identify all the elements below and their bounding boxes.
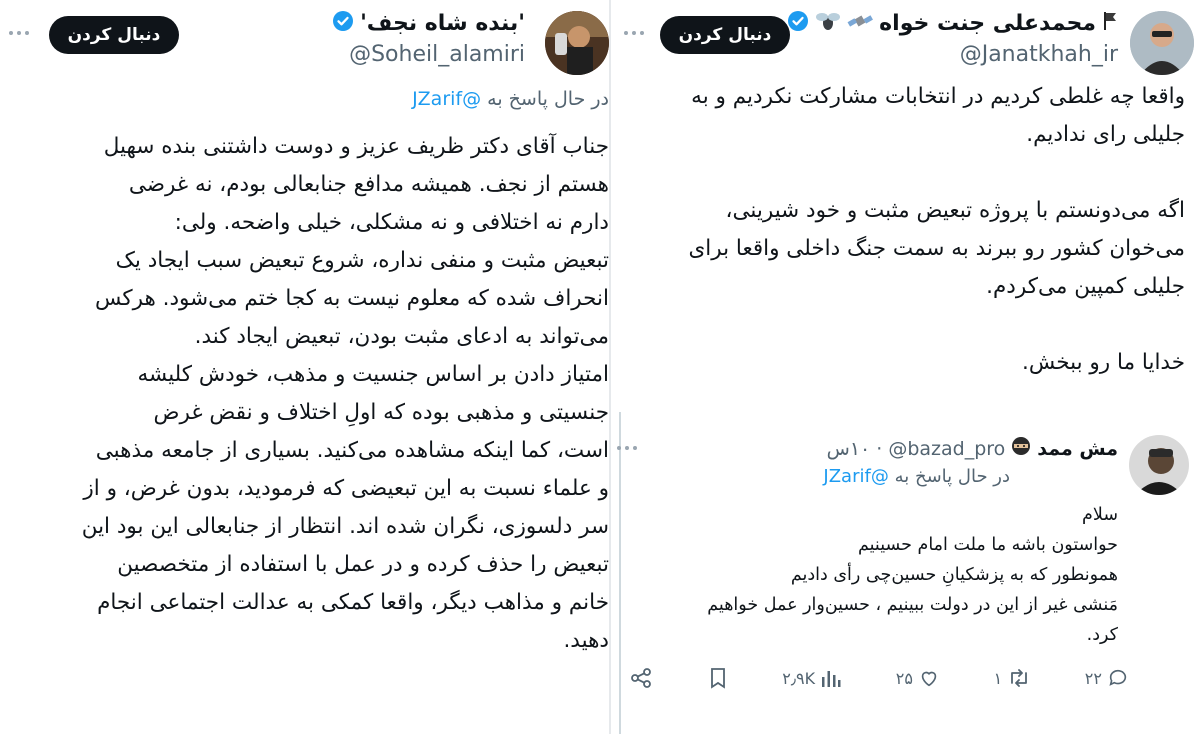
tweet-text: واقعا چه غلطی کردیم در انتخابات مشارکت ن… bbox=[640, 78, 1185, 382]
fly-icon bbox=[815, 10, 841, 36]
tweet-text: جناب آقای دکتر ظریف عزیز و دوست داشتنی ب… bbox=[34, 128, 609, 660]
replying-to: در حال پاسخ به @JZarif bbox=[412, 88, 609, 110]
reply-display-name[interactable]: مش ممد bbox=[1037, 438, 1118, 460]
text-line: است، کما اینکه مشاهده می‌کنید. بسیاری از… bbox=[95, 438, 609, 463]
verified-badge-icon bbox=[332, 10, 354, 36]
follow-button[interactable]: دنبال کردن bbox=[49, 16, 179, 54]
more-options-icon[interactable] bbox=[623, 26, 645, 40]
display-name[interactable]: 'بنده شاه نجف' bbox=[360, 11, 525, 36]
text-line: جناب آقای دکتر ظریف عزیز و دوست داشتنی ب… bbox=[103, 134, 609, 159]
left-tweet: 'بنده شاه نجف' @Soheil_alamiri دنبال کرد… bbox=[0, 0, 609, 734]
like-count: ۲۵ bbox=[895, 668, 913, 688]
text-line: اگه می‌دونستم با پروژه تبعیض مثبت و خود … bbox=[725, 198, 1186, 223]
text-line: تبعیض را حذف کرده و در عمل با استفاده از… bbox=[117, 552, 609, 577]
avatar[interactable] bbox=[1130, 11, 1194, 75]
views-count: ۲٫۹K bbox=[782, 668, 816, 688]
reply-count: ۲۲ bbox=[1084, 668, 1102, 688]
bookmark-icon bbox=[707, 666, 729, 690]
reply-text: سلام حواستون باشه ما ملت امام حسینیم همونط… bbox=[638, 500, 1118, 650]
ninja-icon bbox=[1011, 436, 1031, 461]
reply-handle[interactable]: @bazad_pro bbox=[888, 438, 1005, 460]
text-line: خدایا ما رو ببخش. bbox=[1021, 350, 1185, 375]
display-name[interactable]: محمدعلی جنت خواه bbox=[879, 11, 1096, 36]
comment-icon bbox=[1107, 667, 1129, 689]
like-button[interactable]: ۲۵ bbox=[896, 667, 940, 689]
text-line: جلیلی رای ندادیم. bbox=[1026, 122, 1185, 147]
more-options-icon[interactable] bbox=[8, 26, 30, 40]
reply-replying-to: در حال پاسخ به @JZarif bbox=[823, 466, 1010, 487]
right-tweet: محمدعلی جنت خواه @Janatkhah_ir دنبال کرد… bbox=[611, 0, 1200, 734]
text-line: می‌تواند به ادعای مثبت بودن، تبعیض ایجاد… bbox=[194, 324, 609, 349]
heart-icon bbox=[918, 667, 940, 689]
reply-more-options-icon[interactable] bbox=[616, 441, 638, 455]
text-line: دارم نه اختلافی و نه مشکلی، خیلی واضحه. … bbox=[174, 210, 609, 235]
reply-name-row: مش ممد @bazad_pro · ۱۰س bbox=[827, 436, 1118, 461]
share-button[interactable] bbox=[629, 666, 653, 690]
bar-chart-icon bbox=[820, 667, 842, 689]
text-line: هستم از نجف. همیشه مدافع جنابعالی بودم، … bbox=[128, 172, 609, 197]
repost-icon bbox=[1007, 667, 1031, 689]
replying-prefix: در حال پاسخ به bbox=[894, 466, 1010, 487]
reply-time[interactable]: ۱۰س bbox=[827, 438, 871, 460]
text-line: مَنشی غیر از این در دولت ببینیم ، حسین‌و… bbox=[707, 595, 1118, 615]
text-line: سر دلسوزی، نگران شده اند. انتظار از جناب… bbox=[81, 514, 609, 539]
reply-action-bar: ۲٫۹K ۲۵ ۱ ۲۲ bbox=[629, 666, 1129, 690]
text-line: همونطور که به پزشکیانِ حسین‌چی رأی دادیم bbox=[790, 565, 1118, 585]
display-name-row: محمدعلی جنت خواه bbox=[787, 10, 1118, 36]
text-line: واقعا چه غلطی کردیم در انتخابات مشارکت ن… bbox=[691, 84, 1185, 109]
verified-badge-icon bbox=[787, 10, 809, 36]
views-button[interactable]: ۲٫۹K bbox=[782, 667, 842, 689]
user-handle[interactable]: @Janatkhah_ir bbox=[960, 42, 1118, 67]
user-handle[interactable]: @Soheil_alamiri bbox=[349, 42, 525, 67]
replying-prefix: در حال پاسخ به bbox=[487, 88, 609, 110]
text-line: تبعیض مثبت و منفی نداره، شروع تبعیض سبب … bbox=[115, 248, 609, 273]
replying-mention[interactable]: @JZarif bbox=[412, 88, 481, 110]
text-line: انحراف شده که معلوم نیست به کجا ختم می‌ش… bbox=[94, 286, 609, 311]
flag-icon bbox=[1102, 11, 1118, 35]
text-line: جنسیتی و مذهبی بوده که اولِ اختلاف و نقض… bbox=[153, 400, 609, 425]
text-line: حواستون باشه ما ملت امام حسینیم bbox=[858, 535, 1118, 555]
reply-time-separator: · bbox=[876, 437, 883, 460]
avatar[interactable] bbox=[545, 11, 609, 75]
reply-button[interactable]: ۲۲ bbox=[1085, 667, 1129, 689]
text-line: خانم و مذاهب دیگر، واقعا کمکی به عدالت ا… bbox=[97, 590, 609, 615]
follow-button[interactable]: دنبال کردن bbox=[660, 16, 790, 54]
text-line: امتیاز دادن بر اساس جنسیت و مذهب، خودش ک… bbox=[137, 362, 609, 387]
text-line: جلیلی کمپین می‌کردم. bbox=[986, 274, 1185, 299]
bookmark-button[interactable] bbox=[707, 666, 729, 690]
thread-line bbox=[619, 412, 621, 734]
text-line: و علماء نسبت به این تبعیضی که فرمودید، ب… bbox=[83, 476, 609, 501]
text-line: سلام bbox=[1082, 505, 1118, 525]
reply-avatar[interactable] bbox=[1129, 435, 1189, 495]
text-line: کرد. bbox=[1086, 625, 1118, 645]
display-name-row: 'بنده شاه نجف' bbox=[332, 10, 525, 36]
repost-count: ۱ bbox=[993, 668, 1003, 688]
satellite-icon bbox=[847, 10, 874, 36]
replying-mention[interactable]: @JZarif bbox=[823, 466, 888, 487]
text-line: می‌خوان کشور رو ببرند به سمت جنگ داخلی و… bbox=[688, 236, 1185, 261]
text-line: دهید. bbox=[563, 628, 609, 653]
share-icon bbox=[629, 666, 653, 690]
repost-button[interactable]: ۱ bbox=[994, 667, 1032, 689]
